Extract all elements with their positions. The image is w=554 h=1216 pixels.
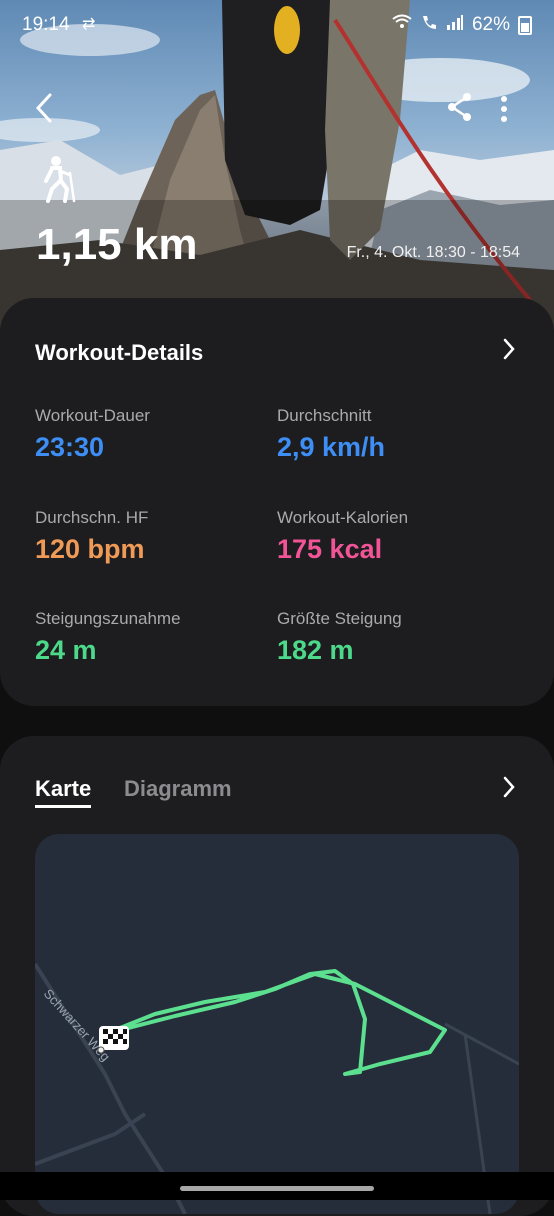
tab-chart[interactable]: Diagramm — [124, 776, 232, 802]
back-icon[interactable] — [34, 92, 54, 130]
hero-photo — [0, 0, 554, 330]
data-transfer-icon: ⇄ — [82, 16, 96, 33]
chevron-right-icon[interactable] — [502, 776, 516, 803]
chevron-right-icon[interactable] — [502, 338, 516, 365]
status-time: 19:14 — [22, 14, 70, 35]
stat-value-calories: 175 kcal — [277, 534, 383, 564]
more-icon[interactable] — [500, 96, 508, 127]
workout-details-title: Workout-Details — [35, 340, 204, 365]
battery-percent: 62% — [471, 14, 510, 35]
tab-map[interactable]: Karte — [35, 776, 92, 808]
distance-value: 1,15 km — [36, 220, 198, 269]
stat-label-elevation-gain: Steigungszunahme — [35, 609, 181, 628]
stat-label-calories: Workout-Kalorien — [277, 508, 409, 527]
share-icon[interactable] — [446, 92, 474, 127]
stat-value-avg-heart-rate: 120 bpm — [35, 534, 145, 564]
stat-label-average-speed: Durchschnitt — [277, 406, 372, 425]
hero-banner: 19:14 ⇄ 62% 1,15 km Fr., 4. Okt. 18:30 -… — [0, 0, 554, 330]
stat-value-average-speed: 2,9 km/h — [277, 432, 386, 462]
stat-value-max-elevation: 182 m — [277, 635, 354, 665]
stat-label-avg-heart-rate: Durchschn. HF — [35, 508, 149, 527]
stat-value-elevation-gain: 24 m — [35, 635, 97, 665]
status-bar: 19:14 ⇄ 62% — [22, 14, 532, 40]
hiking-icon — [40, 155, 78, 208]
home-indicator[interactable] — [180, 1186, 374, 1191]
stat-label-duration: Workout-Dauer — [35, 406, 150, 425]
stat-value-duration: 23:30 — [35, 432, 105, 462]
finish-flag-icon — [97, 1024, 131, 1059]
stat-label-max-elevation: Größte Steigung — [277, 609, 402, 628]
route-line — [103, 969, 447, 1076]
wifi-call-icon — [420, 14, 438, 36]
workout-details-card[interactable]: Workout-Details Workout-Dauer 23:30 Durc… — [0, 298, 554, 706]
map-card: Karte Diagramm Schwarzer Weg — [0, 736, 554, 1216]
navigation-bar — [0, 1172, 554, 1200]
workout-datetime: Fr., 4. Okt. 18:30 - 18:54 — [346, 244, 520, 261]
signal-icon — [446, 14, 464, 36]
wifi-icon — [392, 14, 412, 36]
route-map[interactable]: Schwarzer Weg — [35, 834, 519, 1214]
battery-icon — [518, 15, 532, 35]
